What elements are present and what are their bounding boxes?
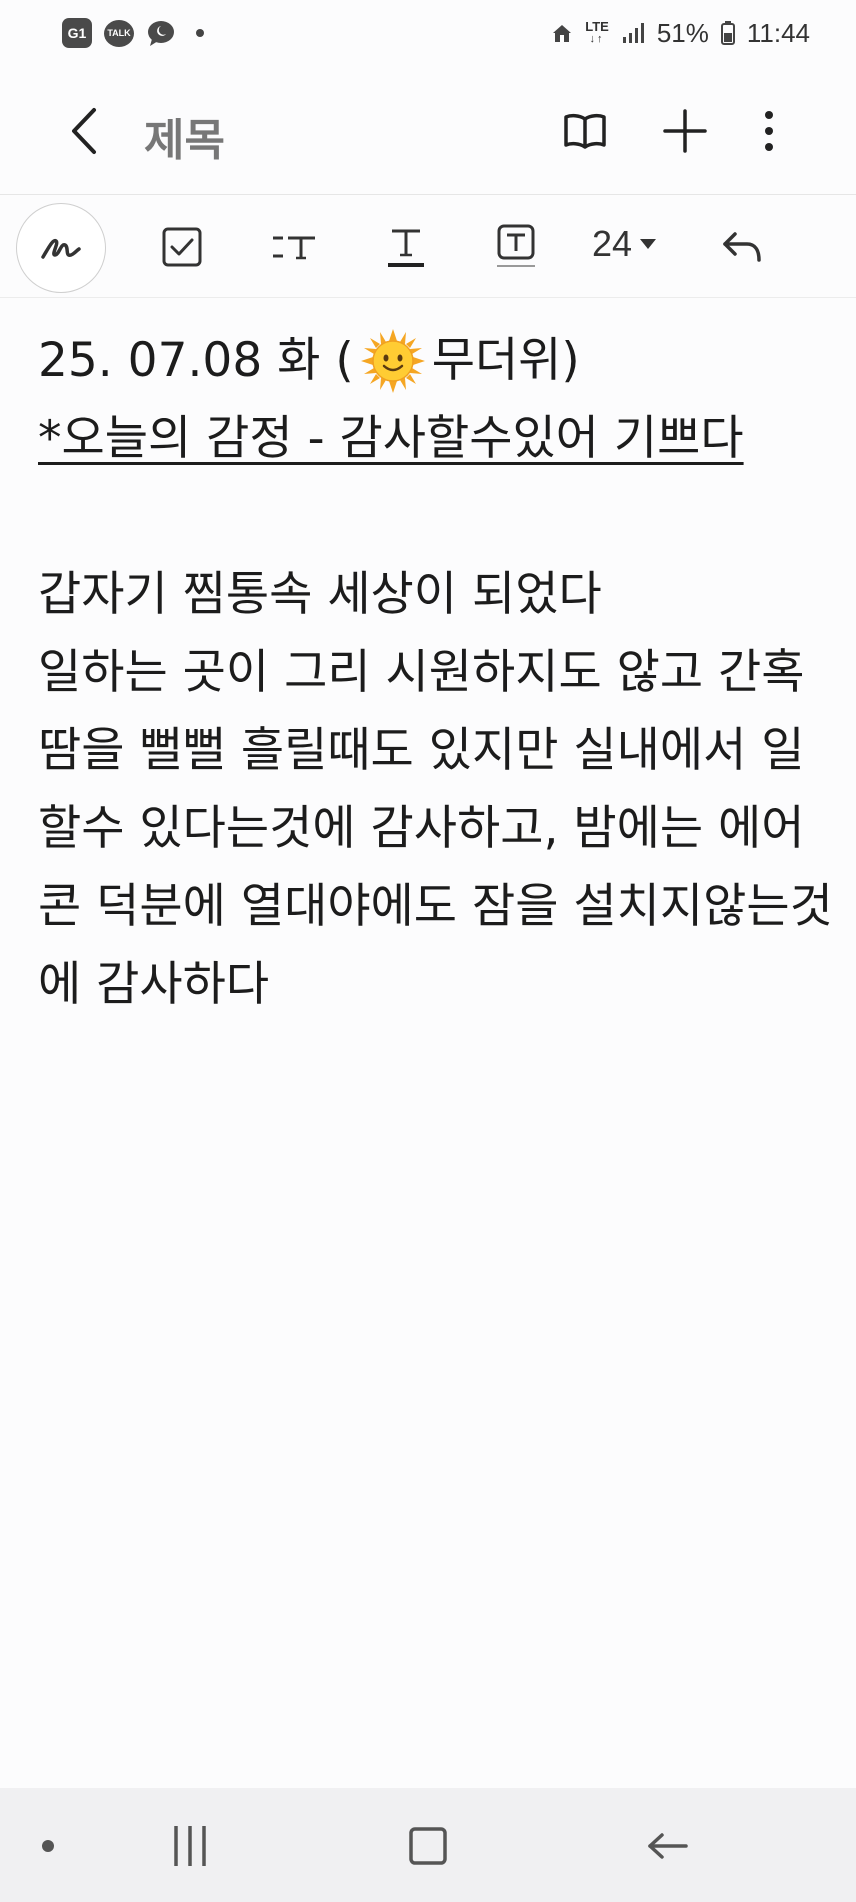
date-line: 25. 07.08 화 (무더위) <box>38 322 828 400</box>
home-icon <box>409 1827 447 1865</box>
body-line: 콘 덕분에 열대야에도 잠을 설치지않는것 <box>38 879 833 934</box>
undo-icon <box>723 232 761 262</box>
home-wifi-icon <box>553 25 572 42</box>
reading-mode-button[interactable] <box>558 104 612 158</box>
back-button[interactable] <box>62 102 104 160</box>
emotion-line: *오늘의 감정 - 감사할수있어 기쁘다 <box>38 411 744 466</box>
add-icon <box>663 109 707 153</box>
note-body[interactable]: 25. 07.08 화 (무더위) *오늘의 감정 - 감사할수있어 기쁘다 … <box>38 322 833 1024</box>
body-line: 갑자기 찜통속 세상이 되었다 <box>38 567 602 622</box>
battery-percent: 51% <box>656 17 709 48</box>
dot-icon <box>42 1840 54 1852</box>
body-line: 일하는 곳이 그리 시원하지도 않고 간혹 <box>38 645 805 700</box>
chat-bubble-icon <box>148 21 174 46</box>
back-icon <box>72 108 96 154</box>
undo-button[interactable] <box>712 217 772 277</box>
text-underline-icon <box>388 229 424 267</box>
recent-apps-icon <box>174 1826 206 1866</box>
navigation-bar <box>0 1788 856 1902</box>
add-note-button[interactable] <box>658 104 712 158</box>
more-options-button[interactable] <box>742 104 796 158</box>
weather-text: 무더위) <box>431 333 580 388</box>
clock: 11:44 <box>746 17 810 48</box>
status-left: G1 TALK <box>62 18 204 48</box>
formatting-toolbar: 24 <box>0 194 856 298</box>
sun-emoji-icon <box>360 329 425 393</box>
recent-apps-button[interactable] <box>160 1816 220 1876</box>
back-nav-icon <box>648 1833 688 1859</box>
title-bar: 제목 <box>0 66 856 194</box>
g1-notification-icon: G1 <box>62 18 92 48</box>
body-line: 땀을 뻘뻘 흘릴때도 있지만 실내에서 일 <box>38 723 805 778</box>
back-nav-button[interactable] <box>638 1816 698 1876</box>
body-line: 에 감사하다 <box>38 957 270 1012</box>
handwriting-button[interactable] <box>16 203 106 293</box>
status-right: LTE ↓↑ 51% 11:44 <box>551 18 810 49</box>
battery-icon <box>720 21 735 45</box>
reading-mode-icon <box>564 113 606 149</box>
body-line: 할수 있다는것에 감사하고, 밤에는 에어 <box>38 801 805 856</box>
network-type-label: LTE <box>585 19 609 34</box>
status-bar: G1 TALK LTE ↓↑ 51% 11:44 <box>0 0 856 66</box>
kakaotalk-notification-icon: TALK <box>104 19 134 47</box>
text-box-button[interactable] <box>486 217 546 277</box>
checkbox-icon <box>162 227 202 267</box>
text-box-icon <box>497 224 535 267</box>
font-size-value: 24 <box>592 223 633 264</box>
text-style-button[interactable] <box>264 217 324 277</box>
more-icon <box>765 111 773 151</box>
checkbox-button[interactable] <box>152 217 212 277</box>
more-notifications-icon <box>196 29 204 37</box>
chevron-down-icon <box>640 239 657 249</box>
font-size-dropdown[interactable]: 24 <box>592 223 657 265</box>
lte-indicator: LTE ↓↑ <box>585 19 609 45</box>
signal-icon <box>622 23 644 43</box>
home-button[interactable] <box>398 1816 458 1876</box>
date-text: 25. 07.08 화 ( <box>38 333 354 388</box>
text-style-icon <box>273 236 315 260</box>
note-title[interactable]: 제목 <box>144 104 225 168</box>
nav-dot-button[interactable] <box>18 1816 78 1876</box>
text-underline-button[interactable] <box>376 217 436 277</box>
screen: G1 TALK LTE ↓↑ 51% 11:44 제목 24 25. 07.08… <box>0 0 856 1902</box>
pen-icon <box>41 238 81 259</box>
